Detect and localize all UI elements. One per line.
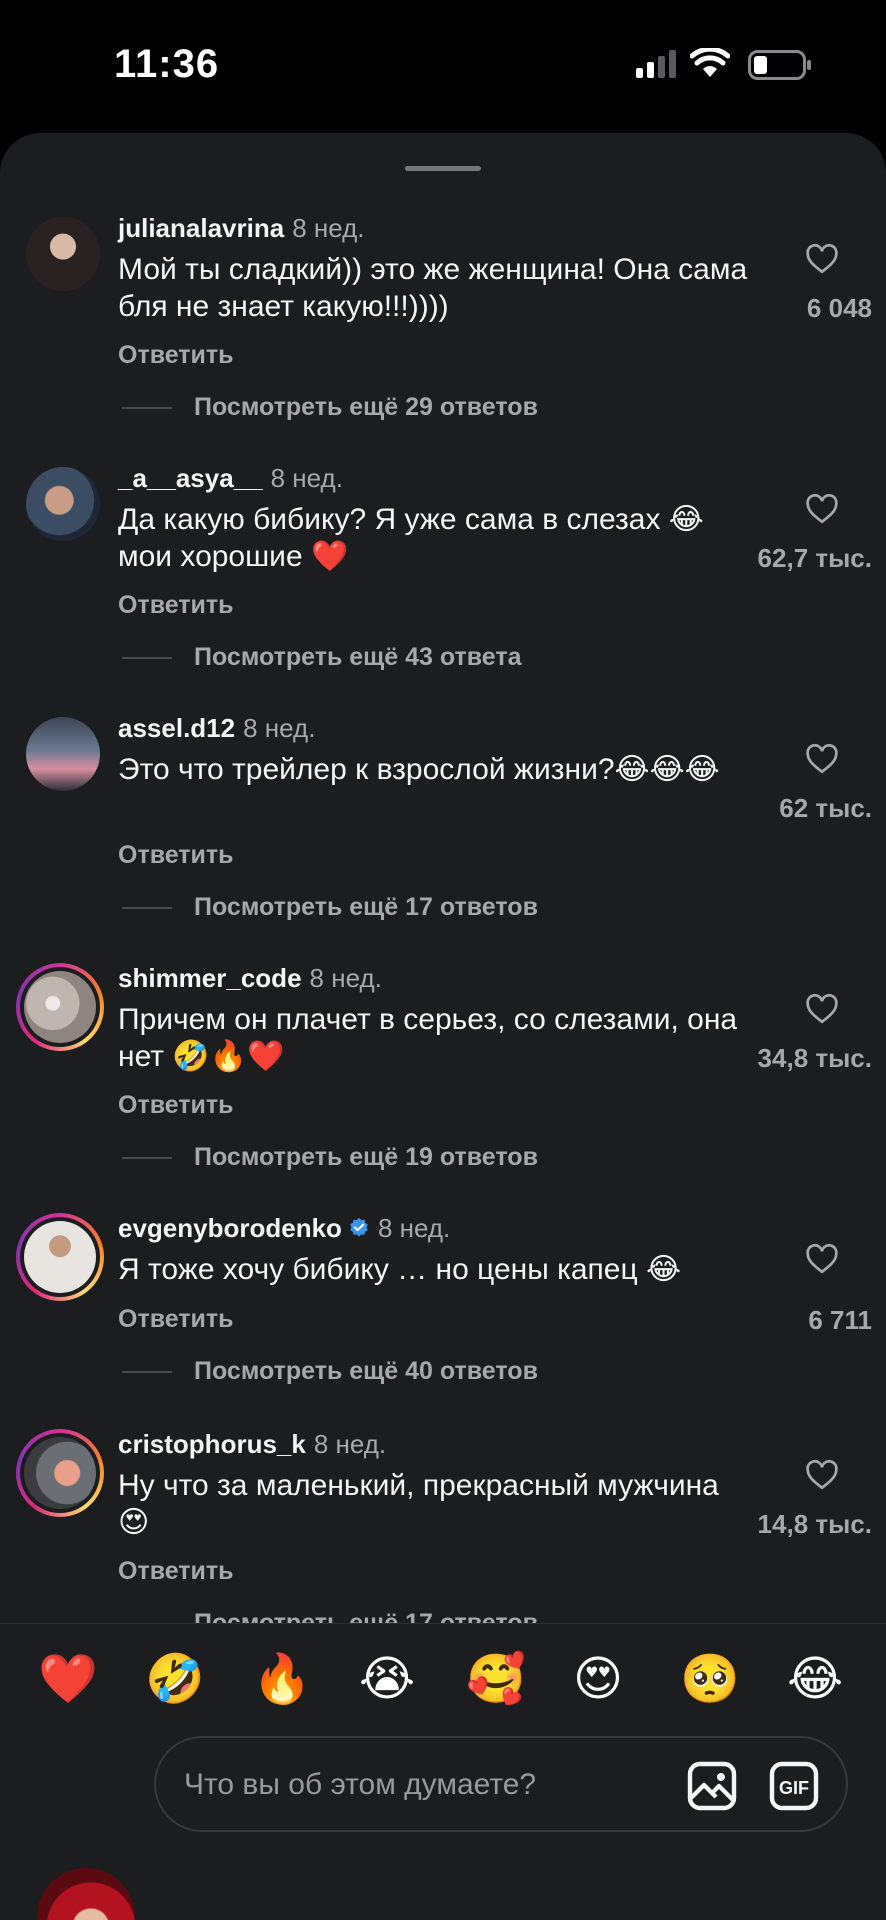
emoji-reaction-bar: ❤️ 🤣 🔥 😭 🥰 😍 🥺 😂 (0, 1623, 886, 1736)
view-replies-link[interactable]: Посмотреть ещё 17 ответов (122, 893, 538, 922)
heart-icon[interactable] (804, 741, 840, 777)
comment-author[interactable]: _a__asya__ 8 нед. (118, 463, 343, 494)
avatar[interactable] (26, 217, 100, 291)
heart-icon[interactable] (804, 491, 840, 527)
comment-author[interactable]: shimmer_code 8 нед. (118, 963, 382, 994)
view-replies-link[interactable]: Посмотреть ещё 29 ответов (122, 393, 538, 422)
heart-icon[interactable] (804, 241, 840, 277)
emoji-button[interactable]: ❤️ (38, 1654, 98, 1706)
comments-sheet: julianalavrina 8 нед. Мой ты сладкий)) эт… (0, 133, 886, 1920)
divider (122, 657, 172, 660)
view-replies-link[interactable]: Посмотреть ещё 40 ответов (122, 1357, 538, 1386)
comment-time: 8 нед. (313, 1429, 387, 1459)
like-count: 6 711 (808, 1305, 872, 1335)
comment-time: 8 нед. (309, 963, 382, 993)
divider (122, 907, 172, 910)
verified-badge-icon (350, 1217, 368, 1237)
emoji-button[interactable]: 🥰 (466, 1654, 526, 1706)
comment-item: _a__asya__ 8 нед. Да какую бибику? Я уже … (0, 457, 886, 707)
status-time: 11:36 (114, 42, 220, 86)
emoji-button[interactable]: 😂 (787, 1654, 843, 1706)
avatar[interactable] (26, 717, 100, 791)
divider (122, 407, 172, 410)
view-replies-link[interactable]: Посмотреть ещё 43 ответа (122, 643, 522, 672)
avatar-story-ring[interactable] (16, 1429, 104, 1517)
comment-author[interactable]: evgenyborodenko 8 нед. (118, 1213, 450, 1244)
status-bar: 11:36 (0, 0, 886, 135)
gif-label: GIF (779, 1778, 809, 1798)
comment-text: Причем он плачет в серьез, со слезами, о… (118, 1003, 738, 1073)
comment-item: assel.d12 8 нед. Это что трейлер к взросл… (0, 707, 886, 957)
view-replies-link[interactable]: Посмотреть ещё 19 ответов (122, 1143, 538, 1172)
reply-button[interactable]: Ответить (118, 591, 234, 620)
emoji-button[interactable]: 😭 (359, 1654, 415, 1706)
comment-text: Это что трейлер к взрослой жизни?😂😂😂 (118, 753, 720, 786)
comment-item: julianalavrina 8 нед. Мой ты сладкий)) эт… (0, 207, 886, 457)
like-count: 14,8 тыс. (757, 1509, 872, 1539)
view-replies-link[interactable]: Посмотреть ещё 17 ответов (122, 1609, 538, 1623)
like-count: 6 048 (806, 293, 872, 323)
reply-button[interactable]: Ответить (118, 1305, 234, 1334)
like-count: 62 тыс. (779, 793, 872, 823)
comment-item: shimmer_code 8 нед. Причем он плачет в се… (0, 957, 886, 1207)
comment-time: 8 нед. (270, 463, 343, 493)
comment-text: Я тоже хочу бибику … но цены капец 😂 (118, 1253, 682, 1286)
reply-button[interactable]: Ответить (118, 841, 234, 870)
comment-text: Ну что за маленький, прекрасный мужчина … (118, 1469, 719, 1539)
battery-icon (748, 50, 811, 80)
image-icon[interactable] (686, 1760, 738, 1812)
comment-author[interactable]: assel.d12 8 нед. (118, 713, 315, 744)
comment-author[interactable]: cristophorus_k 8 нед. (118, 1429, 386, 1460)
emoji-button[interactable]: 🤣 (145, 1654, 205, 1706)
avatar[interactable] (26, 467, 100, 541)
cellular-signal-icon (636, 50, 676, 78)
comment-input[interactable]: Что вы об этом думаете? GIF (154, 1736, 848, 1832)
comment-item: cristophorus_k 8 нед. Ну что за маленький… (0, 1423, 886, 1623)
heart-icon[interactable] (804, 1241, 840, 1277)
comment-author[interactable]: julianalavrina 8 нед. (118, 213, 365, 244)
comment-text: Мой ты сладкий)) это же женщина! Она сам… (118, 253, 748, 323)
avatar-story-ring[interactable] (16, 1213, 104, 1301)
emoji-button[interactable]: 😍 (573, 1654, 623, 1706)
emoji-button[interactable]: 🥺 (680, 1654, 740, 1706)
comment-time: 8 нед. (377, 1213, 451, 1243)
comment-time: 8 нед. (292, 213, 365, 243)
divider (122, 1371, 172, 1374)
emoji-button[interactable]: 🔥 (252, 1654, 312, 1706)
comment-text: Да какую бибику? Я уже сама в слезах 😂 м… (118, 503, 704, 573)
comment-time: 8 нед. (243, 713, 316, 743)
avatar-story-ring[interactable] (16, 963, 104, 1051)
heart-icon[interactable] (804, 1457, 840, 1493)
heart-icon[interactable] (804, 991, 840, 1027)
reply-button[interactable]: Ответить (118, 1091, 234, 1120)
comment-item: evgenyborodenko 8 нед. Я тоже хочу бибику… (0, 1207, 886, 1457)
wifi-icon (690, 48, 730, 77)
comment-list[interactable]: julianalavrina 8 нед. Мой ты сладкий)) эт… (0, 133, 886, 1623)
like-count: 62,7 тыс. (757, 543, 872, 573)
like-count: 34,8 тыс. (757, 1043, 872, 1073)
gif-icon[interactable]: GIF (768, 1760, 820, 1812)
my-avatar (37, 1868, 135, 1920)
reply-button[interactable]: Ответить (118, 341, 234, 370)
reply-button[interactable]: Ответить (118, 1557, 234, 1586)
divider (122, 1157, 172, 1160)
comment-input-placeholder: Что вы об этом думаете? (184, 1768, 537, 1801)
